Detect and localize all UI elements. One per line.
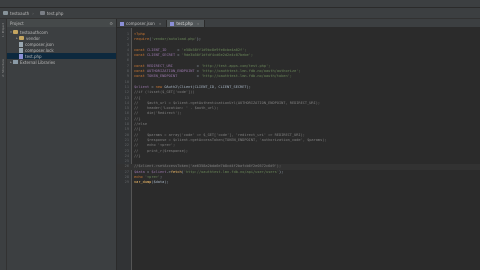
tool-tab-structure[interactable]: 2: Structure xyxy=(1,59,5,77)
code-token: // $response = $client->getAccessToken(T… xyxy=(134,137,327,142)
navigation-bar: testoauth › test.php xyxy=(0,8,480,19)
code-token: 'http://test.apps.com/test.php'; xyxy=(201,63,271,68)
file-icon xyxy=(19,47,23,53)
editor-tab[interactable]: composer.json ✕ xyxy=(117,20,168,27)
breadcrumb-file-label: test.php xyxy=(46,10,64,16)
code-token: const xyxy=(134,53,147,58)
code-token: AUTHORIZATION_ENDPOINT xyxy=(146,69,195,74)
code-token: = xyxy=(166,47,182,52)
code-token: CLIENT_ID xyxy=(146,47,167,52)
editor-tabs: composer.json ✕ test.php ✕ xyxy=(117,19,480,27)
close-icon[interactable]: ✕ xyxy=(197,22,200,26)
file-icon xyxy=(120,21,124,26)
title-bar xyxy=(0,0,480,8)
code-token: var_dump xyxy=(134,180,152,185)
code-token: const xyxy=(134,47,147,52)
gear-icon[interactable]: ⚙ xyxy=(109,21,113,26)
code-lines: 1 <?php 2 require('vendor/autoload.php'); 3 4… xyxy=(117,32,480,186)
breadcrumb-project-label: testoauth xyxy=(10,10,30,16)
code-token: const xyxy=(134,63,147,68)
php-file-icon xyxy=(19,53,23,59)
code-token: $client xyxy=(134,84,150,89)
project-tree: ▾ testoauthcom ▸ vendor composer.json compose… xyxy=(7,27,116,65)
folder-icon xyxy=(3,11,8,15)
file-icon xyxy=(170,21,175,26)
breadcrumb-file[interactable]: test.php xyxy=(37,11,67,16)
folder-icon xyxy=(13,30,18,34)
code-line[interactable]: 29 var_dump($data); xyxy=(117,180,480,185)
tree-item-label: test.php xyxy=(25,53,42,59)
code-token: //else xyxy=(134,122,147,127)
code-token: '9de3b50f1dfdf4cd6e2d2e4c07bebe'; xyxy=(181,53,254,58)
code-token: ); xyxy=(196,37,202,42)
close-icon[interactable]: ✕ xyxy=(159,22,162,26)
project-panel-title: Project xyxy=(10,20,24,26)
file-icon xyxy=(19,41,23,47)
code-token: new xyxy=(155,84,165,89)
code-token: OAuth2\Client(CLIENT_ID, CLIENT_SECRET); xyxy=(164,84,251,89)
tree-item-label: External Libraries xyxy=(20,59,56,65)
editor-tab-label: test.php xyxy=(176,21,193,26)
tree-item[interactable]: ▸ External Libraries xyxy=(7,59,116,65)
code-token: const xyxy=(134,74,147,79)
code-token: 'http://oauthtest.lmn.fdb.no/oauth/token… xyxy=(201,74,292,79)
code-token: //$client->setAccessToken('ae6358a2bda6e… xyxy=(134,164,282,169)
code-token: // print_r($response); xyxy=(134,148,189,153)
code-token: ($data); xyxy=(151,180,169,185)
tree-item-label: testoauthcom xyxy=(20,29,48,35)
file-icon xyxy=(39,11,45,15)
tree-item-label: composer.json xyxy=(25,41,54,47)
code-token: <?php xyxy=(134,32,145,36)
code-token: TOKEN_ENDPOINT xyxy=(146,74,178,79)
code-token: 'e58b58ff1d9bc8e9fe0cbe4a02f'; xyxy=(181,47,247,52)
chevron-right-icon: › xyxy=(32,10,34,16)
tree-item-label: vendor xyxy=(26,35,40,41)
code-token: // $params = array('code' => $_GET['code… xyxy=(134,132,305,137)
code-token: REDIRECT_URI xyxy=(146,63,173,68)
code-token: 'http://oauthtest.lmn.fdb.no/api/user/us… xyxy=(183,169,280,174)
code-token: // header('Location: ' . $auth_url); xyxy=(134,106,219,111)
code-token: '<pre>' xyxy=(144,175,160,180)
code-token: ); xyxy=(279,169,284,174)
code-token: CLIENT_SECRET xyxy=(146,53,176,58)
folder-icon xyxy=(19,36,24,40)
code-token: = xyxy=(177,74,202,79)
code-token: //} xyxy=(134,153,141,158)
code-token: fetch xyxy=(170,169,182,174)
left-tool-window-bar: 1: Project 2: Structure xyxy=(0,19,7,270)
tool-tab-project[interactable]: 1: Project xyxy=(1,23,5,37)
line-number: 29 xyxy=(124,180,129,185)
breadcrumb-project[interactable]: testoauth › xyxy=(0,11,37,16)
code-token: //{ xyxy=(134,95,141,100)
code-token: = xyxy=(172,63,202,68)
editor-tab-label: composer.json xyxy=(126,21,155,26)
tree-item-label: composer.lock xyxy=(25,47,54,53)
code-token: require xyxy=(134,37,150,42)
library-icon xyxy=(13,60,18,64)
project-panel: Project ⚙ ▾ testoauthcom ▸ vendor composer.j… xyxy=(7,19,117,270)
editor-tab[interactable]: test.php ✕ xyxy=(167,20,206,27)
code-token: echo xyxy=(134,175,145,180)
code-token: ; xyxy=(159,175,163,180)
code-token: // echo '<pre>'; xyxy=(134,143,176,148)
code-token: 'http://oauthtest.lmn.fdb.no/oauth/autho… xyxy=(201,69,301,74)
code-token: $client xyxy=(151,169,167,174)
code-text: var_dump($data); xyxy=(134,180,169,185)
code-token: 'vendor/autoload.php' xyxy=(151,37,197,42)
code-token: //{ xyxy=(134,127,141,132)
code-token: const xyxy=(134,69,147,74)
code-token: //} xyxy=(134,116,141,121)
code-editor[interactable]: 1 <?php 2 require('vendor/autoload.php'); 3 4… xyxy=(117,28,480,270)
project-panel-header: Project ⚙ xyxy=(7,19,116,27)
code-token: //if (!isset($_GET['code'])) xyxy=(134,90,195,95)
code-token: // die('Redirect'); xyxy=(134,111,182,116)
code-token: $data xyxy=(134,169,145,174)
code-token: // $auth_url = $client->getAuthenticatio… xyxy=(134,100,321,105)
